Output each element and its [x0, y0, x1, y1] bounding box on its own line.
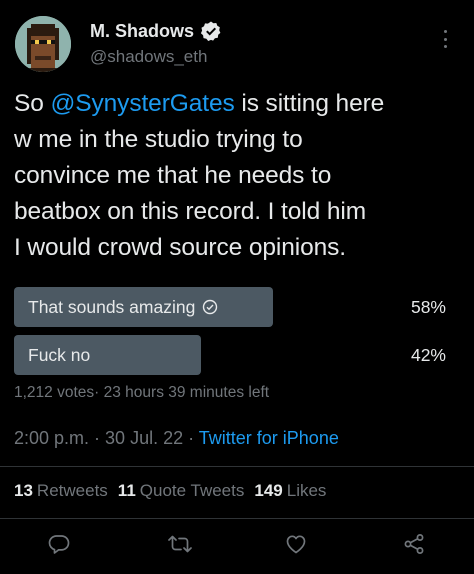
more-options-icon[interactable]: [442, 30, 448, 48]
poll-option-percent: 42%: [410, 345, 446, 365]
likes-count: 149: [254, 481, 283, 500]
retweets-label: Retweets: [36, 481, 108, 500]
tweet-line: So @SynysterGates is sitting here: [14, 86, 464, 122]
retweets-stat[interactable]: 13 Retweets: [14, 481, 108, 501]
retweet-icon: [168, 535, 192, 553]
author-handle[interactable]: @shadows_eth: [90, 47, 207, 67]
divider: [0, 466, 474, 467]
like-button[interactable]: [284, 532, 308, 556]
poll-option-text: Fuck no: [28, 345, 91, 365]
tweet-text-segment: So: [14, 90, 51, 117]
tweet-text: So @SynysterGates is sitting here w me i…: [14, 86, 464, 266]
tweet-line: w me in the studio trying to: [14, 126, 303, 153]
reply-icon: [48, 535, 70, 554]
retweets-count: 13: [14, 481, 33, 500]
poll-option-label: Fuck no: [28, 335, 90, 375]
action-bar: [0, 528, 474, 562]
retweet-button[interactable]: [168, 532, 192, 556]
quote-tweets-label: Quote Tweets: [139, 481, 245, 500]
verified-badge-icon: [200, 20, 222, 42]
engagement-stats: 13 Retweets 11 Quote Tweets 149 Likes: [14, 481, 336, 501]
author-name-row[interactable]: M. Shadows: [90, 20, 222, 42]
tweet-source-link[interactable]: Twitter for iPhone: [199, 428, 339, 448]
poll-option: Fuck no 42%: [14, 335, 460, 375]
like-icon: [286, 535, 306, 554]
tweet-line: beatbox on this record. I told him: [14, 198, 367, 225]
share-button[interactable]: [402, 532, 426, 556]
tweet-line: I would crowd source opinions.: [14, 234, 347, 261]
tweet-timestamp: 2:00 p.m. · 30 Jul. 22 · Twitter for iPh…: [14, 428, 339, 449]
poll-option: That sounds amazing 58%: [14, 287, 460, 327]
tweet-text-segment: is sitting here: [234, 90, 385, 117]
quote-tweets-count: 11: [117, 481, 136, 500]
avatar[interactable]: [15, 16, 71, 72]
poll-option-label: That sounds amazing: [28, 287, 218, 327]
tweet-date[interactable]: 30 Jul. 22: [105, 428, 183, 448]
divider: [0, 518, 474, 519]
share-icon: [404, 534, 424, 554]
poll-option-percent: 58%: [410, 297, 446, 317]
mention-link[interactable]: @SynysterGates: [50, 90, 234, 117]
tweet-line: convince me that he needs to: [14, 162, 332, 189]
likes-label: Likes: [286, 481, 327, 500]
display-name[interactable]: M. Shadows: [90, 21, 194, 42]
poll-meta: 1,212 votes· 23 hours 39 minutes left: [14, 384, 269, 402]
quote-tweets-stat[interactable]: 11 Quote Tweets: [118, 481, 245, 501]
poll-votes: 1,212 votes: [14, 384, 95, 401]
likes-stat[interactable]: 149 Likes: [254, 481, 326, 501]
poll-time-left: 23 hours 39 minutes left: [103, 384, 270, 401]
timestamp-separator: ·: [183, 428, 199, 448]
timestamp-separator: ·: [89, 428, 106, 448]
tweet-time[interactable]: 2:00 p.m.: [14, 428, 89, 448]
check-circle-icon: [203, 299, 218, 315]
reply-button[interactable]: [47, 532, 71, 556]
poll-option-text: That sounds amazing: [28, 297, 196, 317]
pixel-avatar-icon: [15, 16, 71, 72]
poll-meta-separator: ·: [94, 384, 104, 401]
